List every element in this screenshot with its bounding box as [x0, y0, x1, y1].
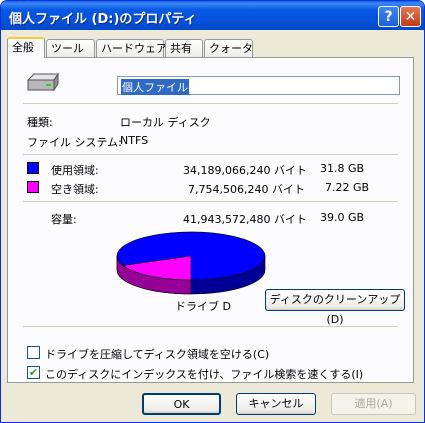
- tab-sharing[interactable]: 共有: [165, 39, 203, 57]
- divider: [23, 201, 398, 202]
- ok-button[interactable]: OK: [142, 393, 221, 415]
- compress-checkbox[interactable]: [27, 346, 40, 359]
- type-label: 種類:: [27, 116, 53, 129]
- free-space-gb: 7.22 GB: [325, 181, 370, 194]
- filesystem-label: ファイル システム:: [27, 136, 122, 149]
- apply-button[interactable]: 適用(A): [331, 393, 416, 415]
- help-button[interactable]: ?: [378, 6, 399, 27]
- divider: [23, 326, 398, 327]
- index-checkbox[interactable]: ✔: [27, 366, 40, 379]
- cancel-button[interactable]: キャンセル: [236, 393, 316, 415]
- divider: [23, 103, 398, 104]
- capacity-gb: 39.0 GB: [320, 211, 365, 224]
- close-button[interactable]: ✕: [400, 6, 421, 27]
- index-label[interactable]: このディスクにインデックスを付け、ファイル検索を速くする(I): [45, 366, 363, 382]
- properties-window: 個人ファイル (D:)のプロパティ ? ✕ 全般 ツール ハードウェア 共有 ク…: [0, 0, 425, 423]
- general-panel: 個人ファイル 種類: ローカル ディスク ファイル システム: NTFS 使用領…: [7, 57, 414, 383]
- free-space-label: 空き領域:: [51, 183, 99, 196]
- tab-quota[interactable]: クォータ: [204, 39, 253, 57]
- free-space-bytes: 7,754,506,240 バイト: [188, 183, 305, 196]
- used-space-gb: 31.8 GB: [320, 162, 365, 175]
- drive-name-field[interactable]: 個人ファイル: [117, 76, 400, 95]
- tab-tools[interactable]: ツール: [46, 39, 95, 57]
- compress-label[interactable]: ドライブを圧縮してディスク領域を空ける(C): [45, 346, 269, 362]
- window-title: 個人ファイル (D:)のプロパティ: [9, 12, 197, 27]
- disk-cleanup-button[interactable]: ディスクのクリーンアップ(D): [265, 289, 405, 326]
- filesystem-value: NTFS: [120, 134, 149, 147]
- capacity-label: 容量:: [51, 213, 77, 226]
- used-space-bytes: 34,189,066,240 バイト: [183, 164, 307, 177]
- type-value: ローカル ディスク: [120, 116, 211, 129]
- tab-hardware[interactable]: ハードウェア: [96, 39, 167, 57]
- title-bar[interactable]: 個人ファイル (D:)のプロパティ ? ✕: [1, 1, 424, 30]
- drive-name-value: 個人ファイル: [121, 79, 189, 95]
- used-space-swatch: [27, 162, 39, 174]
- capacity-bytes: 41,943,572,480 バイト: [183, 213, 307, 226]
- divider: [23, 154, 398, 155]
- free-space-swatch: [27, 181, 39, 193]
- disk-usage-pie: [116, 231, 266, 295]
- used-space-label: 使用領域:: [51, 164, 99, 177]
- hard-drive-icon: [26, 72, 59, 92]
- tab-general[interactable]: 全般: [7, 37, 45, 58]
- drive-caption: ドライブ D: [175, 300, 231, 313]
